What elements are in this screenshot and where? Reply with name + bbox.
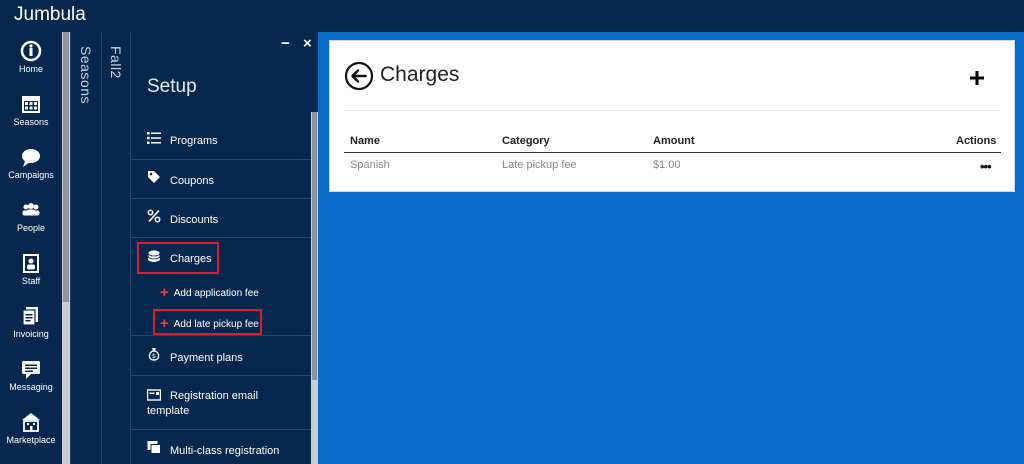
back-arrow-icon[interactable] [344,61,374,91]
season-panel-label: Fall2 [108,46,124,79]
money-bag-icon: $ [148,348,160,361]
setup-title: Setup [147,76,197,97]
nav-marketplace[interactable]: Marketplace [0,407,62,459]
list-icon [147,132,161,144]
late-pickup-highlight-box [153,309,262,335]
close-button[interactable]: × [303,35,312,52]
percent-icon [147,209,161,223]
invoice-icon [22,307,38,326]
nav-people-label: People [16,223,46,233]
nav-scrollbar[interactable] [62,32,70,464]
charges-card: Charges Name Category Amount Actions Spa… [329,40,1015,192]
cell-name: Spanish [350,159,390,171]
season-panel-fall2[interactable]: Fall2 [101,32,130,464]
cell-amount: $1.00 [653,159,681,171]
nav-staff[interactable]: Staff [0,248,62,300]
nav-scrollbar-thumb[interactable] [63,32,69,302]
calendar-icon [22,96,40,113]
column-header-amount[interactable]: Amount [653,135,695,147]
setup-item-registration-email-template-label: Registration email template [147,390,259,417]
setup-item-payment-plans-label: Payment plans [170,352,243,364]
nav-seasons[interactable]: Seasons [0,89,62,141]
plus-icon: + [160,284,169,301]
column-header-category[interactable]: Category [502,135,550,147]
setup-item-payment-plans[interactable]: $ Payment plans [131,336,311,376]
svg-text:$: $ [152,352,156,360]
chat-bubble-icon [22,149,40,167]
top-bar: Jumbula [0,0,1024,32]
home-icon [20,40,42,62]
add-charge-icon[interactable] [970,71,984,85]
setup-scrollbar[interactable] [311,112,318,464]
setup-item-discounts-label: Discounts [170,214,219,226]
column-header-name[interactable]: Name [350,135,380,147]
setup-item-discounts[interactable]: Discounts [131,199,311,238]
nav-campaigns-label: Campaigns [8,170,54,180]
add-application-fee-label: Add application fee [173,288,259,299]
add-application-fee-link[interactable]: + Add application fee [160,284,259,301]
message-icon [22,361,40,379]
title-divider [344,110,1001,111]
marketplace-icon [22,413,40,432]
setup-scrollbar-thumb[interactable] [312,112,317,380]
setup-item-coupons[interactable]: Coupons [131,160,311,199]
minimize-button[interactable]: − [281,35,290,52]
table-header-divider [344,152,1001,153]
setup-item-multi-class-registration-label: Multi-class registration [170,445,280,457]
charges-highlight-box [137,242,219,274]
seasons-panel[interactable]: Seasons [70,32,101,464]
nav-marketplace-label: Marketplace [6,435,56,445]
nav-campaigns[interactable]: Campaigns [0,142,62,194]
nav-messaging-label: Messaging [9,382,53,392]
nav-seasons-label: Seasons [13,117,49,127]
setup-item-programs[interactable]: Programs [131,120,311,160]
nav-messaging[interactable]: Messaging [0,354,62,406]
nav-staff-label: Staff [21,276,41,286]
tag-icon [148,171,160,183]
staff-badge-icon [23,254,39,273]
cell-category: Late pickup fee [502,159,577,171]
setup-item-coupons-label: Coupons [170,175,215,187]
nav-invoicing[interactable]: Invoicing [0,301,62,353]
people-icon [22,203,40,216]
seasons-panel-label: Seasons [78,46,94,104]
column-header-actions: Actions [956,135,997,147]
main-nav: Home Seasons Campaigns People Staff Invo… [0,32,62,464]
multi-class-icon [147,441,161,454]
app-title: Jumbula [14,4,86,25]
nav-home-label: Home [18,64,43,74]
setup-item-multi-class-registration[interactable]: Multi-class registration [131,430,311,464]
setup-item-registration-email-template[interactable]: Registration email template [131,376,311,430]
row-actions-menu-icon[interactable]: ••• [980,159,992,174]
nav-people[interactable]: People [0,195,62,247]
charges-title: Charges [380,63,460,86]
setup-item-programs-label: Programs [170,135,218,147]
nav-invoicing-label: Invoicing [13,329,49,339]
nav-home[interactable]: Home [0,36,62,88]
